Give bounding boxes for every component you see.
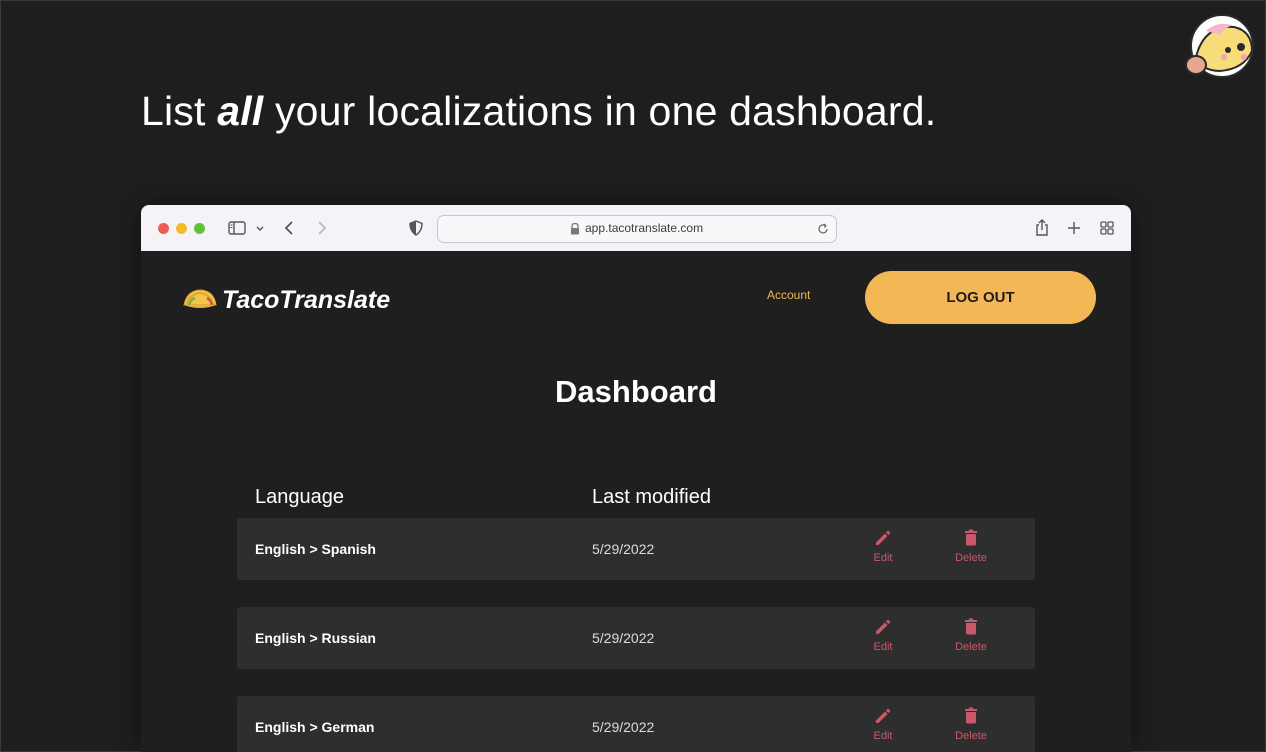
sidebar-icon[interactable] — [225, 216, 249, 240]
account-link[interactable]: Account — [767, 288, 810, 302]
delete-label: Delete — [955, 641, 987, 653]
delete-label: Delete — [955, 552, 987, 564]
row-language: English > Spanish — [255, 541, 376, 557]
brand-name: TacoTranslate — [222, 286, 391, 314]
edit-button[interactable]: Edit — [858, 617, 908, 653]
browser-toolbar: app.tacotranslate.com — [141, 205, 1131, 252]
headline-text-end: your localizations in one dashboard. — [263, 88, 937, 134]
trash-icon — [965, 707, 977, 724]
row-last-modified: 5/29/2022 — [592, 719, 655, 735]
edit-button[interactable]: Edit — [858, 706, 908, 742]
browser-window: app.tacotranslate.com TacoTranslate Acco… — [141, 205, 1131, 752]
share-icon[interactable] — [1030, 216, 1054, 240]
back-icon[interactable] — [278, 216, 302, 240]
headline-text: List — [141, 88, 218, 134]
delete-button[interactable]: Delete — [946, 617, 996, 653]
pencil-icon — [876, 708, 891, 723]
trash-icon — [965, 529, 977, 546]
delete-button[interactable]: Delete — [946, 706, 996, 742]
table-row: English > Russian 5/29/2022 Edit Delete — [237, 607, 1035, 669]
lock-icon — [571, 222, 579, 235]
row-last-modified: 5/29/2022 — [592, 630, 655, 646]
edit-label: Edit — [873, 641, 893, 653]
zoom-window-button[interactable] — [194, 223, 205, 234]
table-row: English > Spanish 5/29/2022 Edit Delete — [237, 518, 1035, 580]
url-text: app.tacotranslate.com — [585, 221, 704, 235]
edit-button[interactable]: Edit — [858, 528, 908, 564]
table-row: English > German 5/29/2022 Edit Delete — [237, 696, 1035, 752]
reload-icon[interactable] — [814, 220, 832, 238]
edit-label: Edit — [873, 552, 893, 564]
column-header-last-modified: Last modified — [592, 486, 711, 508]
close-window-button[interactable] — [158, 223, 169, 234]
tab-overview-icon[interactable] — [1095, 216, 1119, 240]
delete-button[interactable]: Delete — [946, 528, 996, 564]
column-header-language: Language — [255, 486, 344, 508]
headline: List all your localizations in one dashb… — [141, 88, 936, 135]
row-language: English > Russian — [255, 630, 376, 646]
shield-icon[interactable] — [404, 216, 428, 240]
delete-label: Delete — [955, 730, 987, 742]
chevron-down-icon[interactable] — [248, 216, 272, 240]
taco-icon — [183, 289, 217, 308]
logout-button[interactable]: LOG OUT — [865, 271, 1096, 324]
pencil-icon — [876, 530, 891, 545]
row-last-modified: 5/29/2022 — [592, 541, 655, 557]
edit-label: Edit — [873, 730, 893, 742]
minimize-window-button[interactable] — [176, 223, 187, 234]
new-tab-icon[interactable] — [1062, 216, 1086, 240]
row-language: English > German — [255, 719, 375, 735]
taco-mascot-icon — [1185, 14, 1254, 78]
app-page: TacoTranslate Account LOG OUT Dashboard … — [141, 251, 1131, 752]
address-bar[interactable]: app.tacotranslate.com — [437, 215, 837, 243]
forward-icon[interactable] — [309, 216, 333, 240]
trash-icon — [965, 618, 977, 635]
headline-emphasis: all — [217, 88, 264, 134]
pencil-icon — [876, 619, 891, 634]
page-title: Dashboard — [555, 374, 717, 409]
